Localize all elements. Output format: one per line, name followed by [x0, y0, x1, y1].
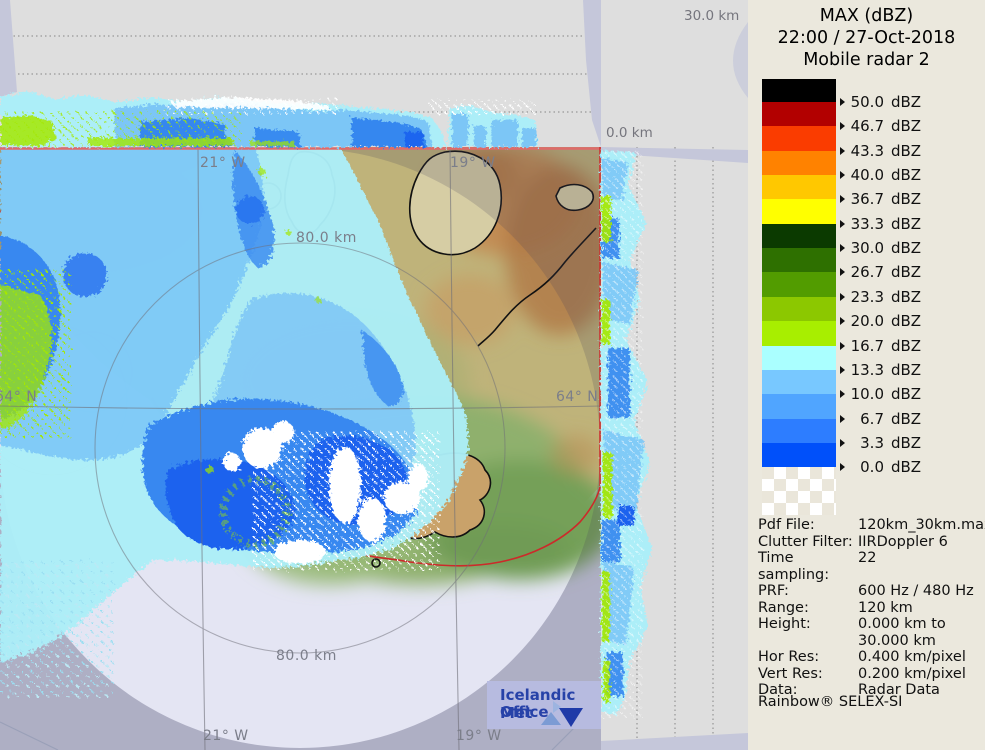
scale-swatch — [762, 296, 836, 322]
scale-swatch — [762, 272, 836, 298]
latitude-label-64n-left: 64° N — [0, 389, 38, 405]
tick-arrow-icon — [840, 463, 845, 472]
scale-tick-label: 13.3 dBZ — [840, 361, 921, 379]
scale-tick-label: 26.7 dBZ — [840, 263, 921, 281]
scale-swatch — [762, 418, 836, 444]
scale-tick-label: 6.7 dBZ — [840, 410, 921, 428]
height-axis-max-label: 30.0 km — [684, 8, 740, 24]
metadata-row: Hor Res: 0.400 km/pixel — [758, 649, 966, 665]
scale-tick-label: 16.7 dBZ — [840, 337, 921, 355]
longitude-label-21w-bottom: 21° W — [203, 728, 249, 744]
range-ring-label-bottom: 80.0 km — [276, 648, 337, 664]
radar-canvas — [0, 0, 748, 750]
tick-arrow-icon — [840, 244, 845, 253]
software-name: Rainbow® SELEX-SI — [758, 694, 903, 710]
tick-arrow-icon — [840, 171, 845, 180]
logo-triangles-icon — [541, 701, 583, 727]
scale-tick-label: 3.3 dBZ — [840, 434, 921, 452]
longitude-label-19w-bottom: 19° W — [456, 728, 502, 744]
metadata-row: Vert Res: 0.200 km/pixel — [758, 665, 966, 682]
info-panel: MAX (dBZ) 22:00 / 27-Oct-2018 Mobile rad… — [748, 0, 985, 750]
scale-tick-label: 36.7 dBZ — [840, 190, 921, 208]
metadata-row: PRF: 600 Hz / 480 Hz — [758, 583, 974, 599]
metadata-row: Clutter Filter: IIRDoppler 6 — [758, 533, 948, 550]
scale-tick-label: 30.0 dBZ — [840, 239, 921, 257]
scale-swatch — [762, 175, 836, 200]
tick-arrow-icon — [840, 292, 845, 301]
tick-arrow-icon — [840, 414, 845, 423]
metadata-row: Time sampling: 22 — [758, 550, 877, 583]
scale-tick-label: 50.0 dBZ — [840, 93, 921, 111]
metadata-row: Pdf File: 120km_30km.max — [758, 517, 985, 533]
scale-swatch — [762, 126, 836, 152]
radar-name: Mobile radar 2 — [803, 50, 930, 70]
scale-tick-label: 40.0 dBZ — [840, 166, 921, 184]
scale-swatch — [762, 248, 836, 273]
scale-swatch — [762, 150, 836, 176]
tick-arrow-icon — [840, 122, 845, 131]
scale-swatch — [762, 321, 836, 346]
scale-tick-label: 23.3 dBZ — [840, 288, 921, 306]
tick-arrow-icon — [840, 146, 845, 155]
metadata-row: Height: 0.000 km to 30.000 km — [758, 616, 946, 649]
tick-arrow-icon — [840, 219, 845, 228]
metadata-row: Range: 120 km — [758, 599, 913, 616]
scale-swatch — [762, 199, 836, 225]
timestamp-label: 22:00 / 27-Oct-2018 — [777, 28, 956, 48]
metadata-list: Pdf File: 120km_30km.max Clutter Filter: II… — [758, 517, 985, 699]
tick-arrow-icon — [840, 390, 845, 399]
longitude-label-21w-top: 21° W — [200, 155, 246, 171]
scale-swatch — [762, 345, 836, 371]
scale-swatch — [762, 369, 836, 395]
range-ring-label-top: 80.0 km — [296, 230, 357, 246]
tick-arrow-icon — [840, 268, 845, 277]
tick-arrow-icon — [840, 341, 845, 350]
longitude-label-19w-top: 19° W — [450, 155, 496, 171]
height-axis-min-label: 0.0 km — [606, 125, 653, 141]
tick-arrow-icon — [840, 195, 845, 204]
scale-transparent-swatch — [762, 467, 836, 515]
scale-swatch — [762, 442, 836, 468]
radar-display: 30.0 km 0.0 km 21° W 19° W 80.0 km 64° N… — [0, 0, 748, 750]
scale-tick-label: 33.3 dBZ — [840, 215, 921, 233]
top-profile-echoes — [0, 92, 538, 147]
tick-arrow-icon — [840, 365, 845, 374]
scale-tick-label: 20.0 dBZ — [840, 312, 921, 330]
scale-swatch — [762, 223, 836, 249]
tick-arrow-icon — [840, 317, 845, 326]
tick-arrow-icon — [840, 438, 845, 447]
scale-tick-label: 10.0 dBZ — [840, 385, 921, 403]
panel-titles: MAX (dBZ) 22:00 / 27-Oct-2018 Mobile rad… — [748, 0, 985, 71]
latitude-label-64n-right: 64° N — [556, 389, 599, 405]
scale-tick-label: 46.7 dBZ — [840, 117, 921, 135]
met-office-logo: Icelandic Met Office — [487, 681, 601, 729]
scale-swatch — [762, 102, 836, 127]
product-title: MAX (dBZ) — [819, 6, 914, 26]
scale-tick-label: 43.3 dBZ — [840, 142, 921, 160]
scale-swatch — [762, 394, 836, 420]
tick-arrow-icon — [840, 98, 845, 106]
scale-tick-label: 0.0 dBZ — [840, 458, 921, 476]
scale-swatch — [762, 79, 836, 103]
